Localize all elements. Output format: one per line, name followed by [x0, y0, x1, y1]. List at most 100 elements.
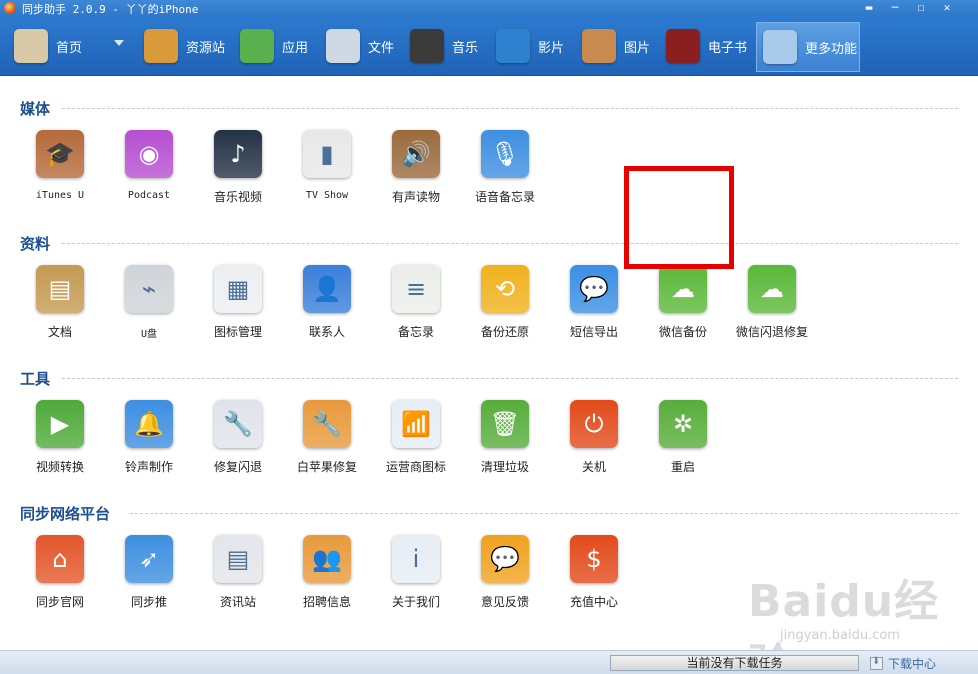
feature-label: 同步推	[130, 595, 167, 609]
icon-glyph: ▮	[320, 140, 334, 168]
feature-item[interactable]: ▤ 文档	[20, 265, 100, 345]
section-divider	[62, 243, 958, 244]
feature-item[interactable]: ⌁ U盘	[109, 265, 189, 345]
maximize-icon[interactable]: ☐	[912, 1, 930, 15]
feature-item[interactable]: 🎙 语音备忘录	[465, 130, 545, 210]
download-icon[interactable]	[870, 656, 883, 670]
repair-icon: 🔧	[303, 400, 351, 448]
icon-glyph: 👥	[312, 545, 342, 573]
feature-item[interactable]: ♪ 音乐视频	[198, 130, 278, 210]
feature-item[interactable]: 🔧 修复闪退	[198, 400, 278, 480]
toolbar-item-2[interactable]: 应用	[240, 16, 308, 76]
feature-item[interactable]: ▶ 视频转换	[20, 400, 100, 480]
feature-item[interactable]: ▮ TV Show	[287, 130, 367, 210]
feature-item[interactable]: 🔔 铃声制作	[109, 400, 189, 480]
download-status: 当前没有下载任务	[610, 655, 859, 671]
feature-item[interactable]: 💬 意见反馈	[465, 535, 545, 615]
toolbar-item-label: 图片	[624, 40, 651, 56]
feature-item[interactable]: 📶 运营商图标	[376, 400, 456, 480]
section-title: 资料	[20, 235, 51, 253]
feature-item[interactable]: ≡ 备忘录	[376, 265, 456, 345]
sms-icon: 💬	[570, 265, 618, 313]
feature-item[interactable]: ☁ 微信闪退修复	[732, 265, 812, 345]
icon-glyph: ➶	[138, 545, 160, 573]
icon-glyph: 🗑	[489, 410, 521, 438]
icon-glyph: ✲	[672, 410, 694, 438]
minimize-to-tray-icon[interactable]: ─	[886, 1, 904, 15]
feature-label: 修复闪退	[213, 460, 262, 474]
recruit-icon: 👥	[303, 535, 351, 583]
feature-label: 微信备份	[658, 325, 707, 339]
feature-label: 运营商图标	[385, 460, 446, 474]
tv-icon: ▮	[303, 130, 351, 178]
feature-label: 清理垃圾	[480, 460, 529, 474]
feature-item[interactable]: ▦ 图标管理	[198, 265, 278, 345]
toolbar-item-7[interactable]: 电子书	[666, 16, 747, 76]
toolbar-item-3[interactable]: 文件	[326, 16, 394, 76]
feature-label: iTunes U	[35, 190, 85, 201]
feature-label: 关机	[581, 460, 606, 474]
feature-label: 资讯站	[219, 595, 256, 609]
feature-item[interactable]: 👥 招聘信息	[287, 535, 367, 615]
wechat-repair-icon: ☁	[748, 265, 796, 313]
icon-glyph: 🔊	[401, 140, 431, 168]
toolbar-item-8[interactable]: 更多功能	[756, 22, 860, 72]
info-icon: i	[392, 535, 440, 583]
feature-label: 招聘信息	[302, 595, 351, 609]
icon-glyph: ▶	[50, 410, 70, 438]
close-icon[interactable]: ✕	[938, 1, 956, 15]
feature-item[interactable]: 🔧 白苹果修复	[287, 400, 367, 480]
feature-item[interactable]: 🔊 有声读物	[376, 130, 456, 210]
toolbar-item-5[interactable]: 影片	[496, 16, 564, 76]
music-icon	[410, 29, 444, 63]
toolbar-item-6[interactable]: 图片	[582, 16, 650, 76]
icon-glyph: 💬	[490, 545, 520, 573]
feature-item[interactable]: i 关于我们	[376, 535, 456, 615]
feature-item[interactable]: 💬 短信导出	[554, 265, 634, 345]
toolbar-item-1[interactable]: 资源站	[144, 16, 225, 76]
feature-label: 意见反馈	[480, 595, 529, 609]
feature-label: 音乐视频	[213, 190, 262, 204]
feature-item[interactable]: 🎓 iTunes U	[20, 130, 100, 210]
toolbar-item-4[interactable]: 音乐	[410, 16, 478, 76]
menu-icon[interactable]: ▬	[860, 1, 878, 15]
feature-label: U盘	[140, 329, 158, 340]
feature-item[interactable]: 👤 联系人	[287, 265, 367, 345]
feature-item[interactable]: ✲ 重启	[643, 400, 723, 480]
feature-item[interactable]: ⟲ 备份还原	[465, 265, 545, 345]
bell-icon: 🔔	[125, 400, 173, 448]
app-logo-icon	[4, 2, 16, 14]
feature-item[interactable]: ☁ 微信备份	[643, 265, 723, 345]
icon-glyph: 🔧	[223, 410, 253, 438]
tongbu-push-icon: ➶	[125, 535, 173, 583]
feature-label: 文档	[47, 325, 72, 339]
toolbar-item-label: 影片	[538, 40, 565, 56]
icon-glyph: ◉	[138, 140, 160, 168]
icon-glyph: ⏻	[584, 410, 604, 438]
section-title: 同步网络平台	[20, 505, 111, 523]
icon-glyph: 📶	[401, 410, 431, 438]
icon-glyph: ≡	[405, 275, 427, 303]
feature-label: 微信闪退修复	[735, 325, 808, 339]
download-center-link[interactable]: 下载中心	[888, 655, 936, 672]
feature-item[interactable]: ⌂ 同步官网	[20, 535, 100, 615]
section-divider	[62, 108, 958, 109]
feature-item[interactable]: ▤ 资讯站	[198, 535, 278, 615]
feature-item[interactable]: $ 充值中心	[554, 535, 634, 615]
toolbar-item-0[interactable]: 首页	[14, 16, 82, 76]
feature-item[interactable]: ◉ Podcast	[109, 130, 189, 210]
feature-label: 联系人	[308, 325, 345, 339]
audiobook-icon: 🔊	[392, 130, 440, 178]
feature-item[interactable]: ➶ 同步推	[109, 535, 189, 615]
photo-icon	[582, 29, 616, 63]
icon-grid-icon: ▦	[214, 265, 262, 313]
chevron-down-icon[interactable]	[114, 40, 124, 46]
feature-label: 备份还原	[480, 325, 529, 339]
icon-glyph: ☁	[671, 275, 695, 303]
video-icon	[496, 29, 530, 63]
tools-icon	[763, 30, 797, 64]
wechat-icon: ☁	[659, 265, 707, 313]
feature-item[interactable]: ⏻ 关机	[554, 400, 634, 480]
feature-item[interactable]: 🗑 清理垃圾	[465, 400, 545, 480]
home-icon	[14, 29, 48, 63]
